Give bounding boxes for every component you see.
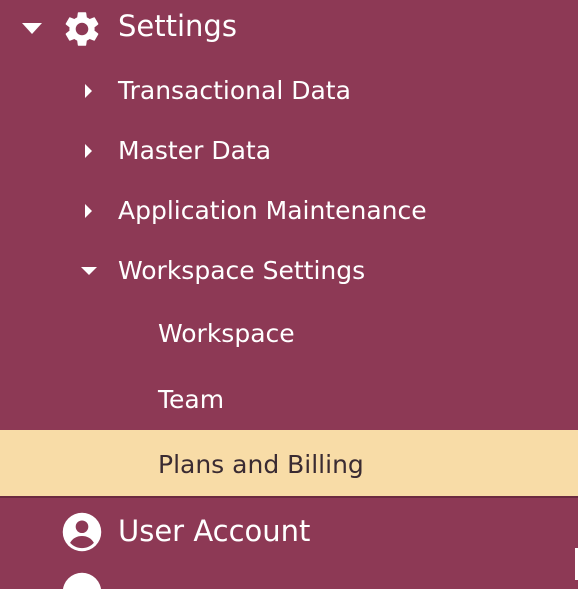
nav-item-settings-label: Settings bbox=[118, 9, 237, 43]
nav-item-label: Plans and Billing bbox=[158, 450, 364, 479]
nav-item-application-maintenance[interactable]: Application Maintenance bbox=[0, 184, 578, 238]
nav-item-label: Workspace bbox=[158, 319, 295, 348]
nav-item-plans-and-billing[interactable]: Plans and Billing bbox=[0, 430, 578, 497]
gear-icon bbox=[61, 8, 103, 50]
nav-item-label: Master Data bbox=[118, 136, 272, 165]
nav-item-workspace-settings[interactable]: Workspace Settings bbox=[0, 244, 578, 298]
nav-item-master-data[interactable]: Master Data bbox=[0, 124, 578, 178]
nav-item-workspace[interactable]: Workspace bbox=[0, 304, 578, 364]
nav-item-label: Transactional Data bbox=[118, 76, 351, 105]
nav-item-transactional-data[interactable]: Transactional Data bbox=[0, 64, 578, 118]
nav-item-label: Application Maintenance bbox=[118, 196, 427, 225]
nav-item-label: Team bbox=[158, 385, 225, 414]
chevron-right-icon bbox=[85, 144, 92, 158]
nav-item-user-account[interactable]: User Account bbox=[0, 500, 578, 564]
chevron-down-icon bbox=[81, 267, 97, 275]
nav-item-label: User Account bbox=[118, 514, 311, 548]
user-circle-icon bbox=[61, 511, 103, 553]
nav-item-team[interactable]: Team bbox=[0, 370, 578, 430]
chevron-down-icon bbox=[22, 23, 42, 34]
chevron-right-icon bbox=[85, 84, 92, 98]
nav-item-label: Workspace Settings bbox=[118, 256, 366, 285]
chevron-right-icon bbox=[85, 204, 92, 218]
partial-icon bbox=[61, 571, 103, 589]
divider bbox=[0, 496, 578, 498]
